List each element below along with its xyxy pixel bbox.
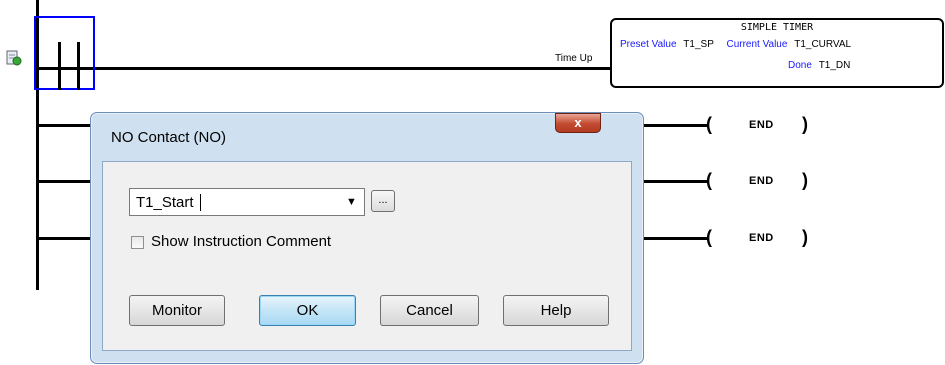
chevron-down-icon[interactable]: ▼ <box>346 196 357 208</box>
rung-1-line <box>39 67 611 70</box>
tag-combobox[interactable]: T1_Start ▼ <box>129 188 365 216</box>
help-button[interactable]: Help <box>503 295 609 326</box>
timer-output-label: Time Up <box>555 53 593 64</box>
end-coil-4: END <box>749 232 774 244</box>
monitor-button[interactable]: Monitor <box>129 295 225 326</box>
current-label: Current Value <box>726 39 788 50</box>
simple-timer-block[interactable]: SIMPLE TIMER Preset Value T1_SP Current … <box>610 18 944 88</box>
dialog-client-area: T1_Start ▼ ... Show Instruction Comment … <box>102 161 632 351</box>
selected-contact-highlight[interactable] <box>34 16 95 90</box>
show-comment-label[interactable]: Show Instruction Comment <box>151 233 331 250</box>
no-contact-dialog: NO Contact (NO) x T1_Start ▼ ... Show In… <box>90 112 644 364</box>
text-caret <box>200 194 201 211</box>
cancel-button[interactable]: Cancel <box>380 295 479 326</box>
timer-params-row: Preset Value T1_SP Current Value T1_CURV… <box>620 39 851 50</box>
done-value: T1_DN <box>818 60 851 71</box>
current-value: T1_CURVAL <box>794 39 852 50</box>
coil-4-right-paren: ) <box>802 227 808 247</box>
coil-2-left-paren: ( <box>706 114 712 134</box>
timer-title: SIMPLE TIMER <box>740 22 814 33</box>
timer-done-row: Done T1_DN <box>788 60 850 71</box>
end-coil-2: END <box>749 119 774 131</box>
end-coil-3: END <box>749 175 774 187</box>
preset-label: Preset Value <box>620 39 677 50</box>
dialog-title: NO Contact (NO) <box>111 129 227 146</box>
coil-2-right-paren: ) <box>802 114 808 134</box>
preset-value: T1_SP <box>683 39 714 50</box>
run-rung-icon[interactable] <box>6 50 22 66</box>
browse-tags-button[interactable]: ... <box>371 190 395 212</box>
contact-left-bar <box>58 42 61 90</box>
coil-3-left-paren: ( <box>706 170 712 190</box>
ok-button[interactable]: OK <box>259 295 356 326</box>
coil-3-right-paren: ) <box>802 170 808 190</box>
contact-right-bar <box>77 42 80 90</box>
coil-4-left-paren: ( <box>706 227 712 247</box>
close-icon: x <box>574 115 582 130</box>
done-label: Done <box>788 60 812 71</box>
close-button[interactable]: x <box>555 113 601 133</box>
show-comment-checkbox[interactable] <box>131 236 144 249</box>
tag-input-value[interactable]: T1_Start <box>136 194 194 211</box>
